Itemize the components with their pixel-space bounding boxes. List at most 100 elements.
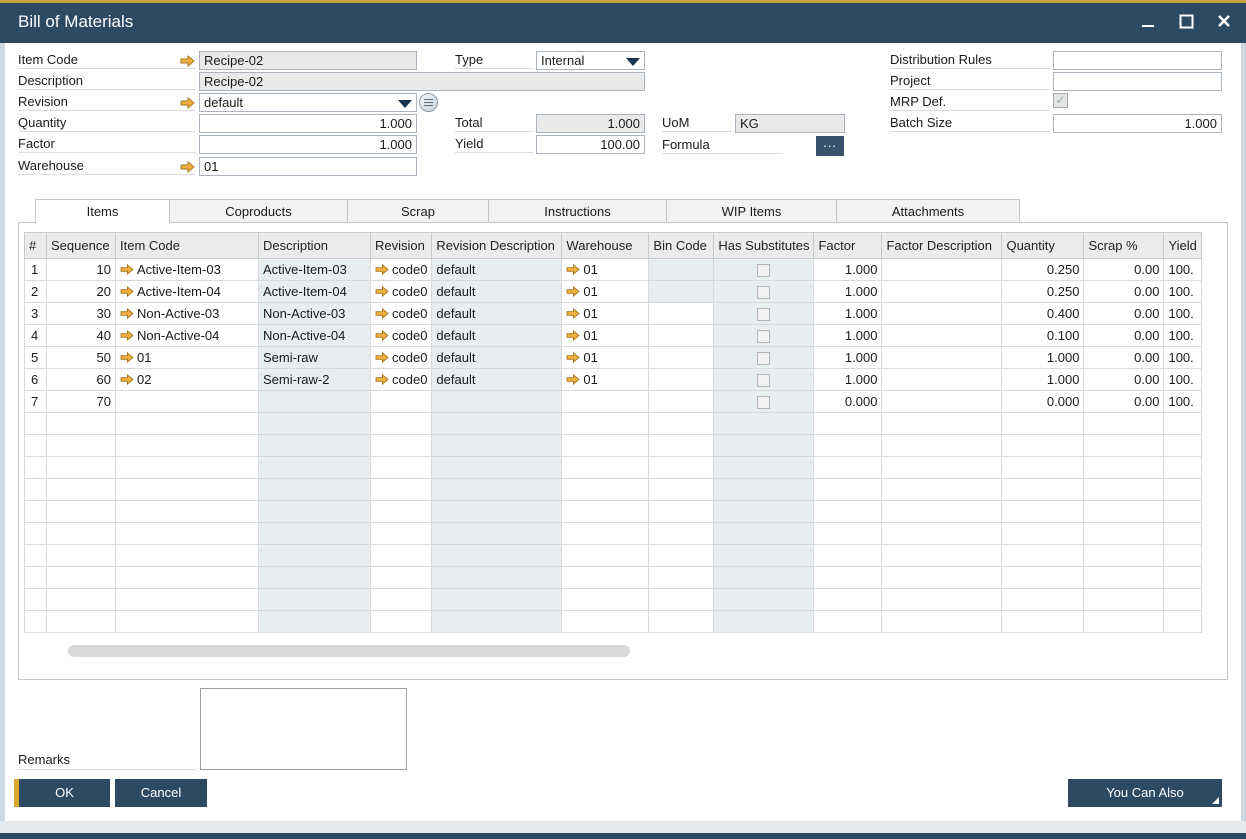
cell-revision-description[interactable] (432, 435, 562, 457)
cell-scrap-percent[interactable]: 0.00 (1084, 369, 1164, 391)
cell-bin-code[interactable] (649, 303, 714, 325)
cell-scrap-percent[interactable] (1084, 501, 1164, 523)
cell-warehouse[interactable] (562, 501, 649, 523)
cell-quantity[interactable] (1002, 501, 1084, 523)
cell-scrap-percent[interactable] (1084, 611, 1164, 633)
cell-factor-description[interactable] (882, 413, 1002, 435)
cell-description[interactable] (259, 589, 371, 611)
cell-scrap-percent[interactable] (1084, 545, 1164, 567)
cell-sequence[interactable]: 70 (47, 391, 116, 413)
cell-warehouse[interactable] (562, 391, 649, 413)
item-code-field[interactable]: Recipe-02 (199, 51, 417, 70)
cell-factor-description[interactable] (882, 435, 1002, 457)
cell-factor-description[interactable] (882, 259, 1002, 281)
cell-yield[interactable]: 100. (1164, 303, 1201, 325)
warehouse-field[interactable]: 01 (199, 157, 417, 176)
revision-dropdown[interactable]: default (199, 93, 417, 112)
cell-warehouse[interactable] (562, 545, 649, 567)
cell-factor-description[interactable] (882, 391, 1002, 413)
cell-revision[interactable] (371, 413, 432, 435)
cell-item-code[interactable]: Non-Active-03 (116, 303, 259, 325)
has-substitutes-checkbox[interactable] (757, 308, 770, 321)
formula-browse-button[interactable]: ... (816, 136, 844, 156)
cell-yield[interactable] (1164, 413, 1201, 435)
cell-revision[interactable]: code0 (371, 303, 432, 325)
cell-factor[interactable]: 0.000 (814, 391, 882, 413)
cell-bin-code[interactable] (649, 501, 714, 523)
project-field[interactable] (1053, 72, 1222, 91)
cell-scrap-percent[interactable] (1084, 479, 1164, 501)
cell-description[interactable]: Active-Item-03 (259, 259, 371, 281)
cell-row-number[interactable]: 6 (25, 369, 47, 391)
cell-row-number[interactable] (25, 589, 47, 611)
has-substitutes-checkbox[interactable] (757, 264, 770, 277)
cell-revision-description[interactable] (432, 479, 562, 501)
cell-factor[interactable] (814, 435, 882, 457)
cell-sequence[interactable]: 50 (47, 347, 116, 369)
cell-bin-code[interactable] (649, 523, 714, 545)
cell-revision[interactable]: code0 (371, 369, 432, 391)
cell-sequence[interactable] (47, 523, 116, 545)
revision-dropdown-arrow-icon[interactable] (398, 100, 412, 108)
cell-quantity[interactable] (1002, 589, 1084, 611)
distribution-rules-field[interactable] (1053, 51, 1222, 70)
cell-factor[interactable] (814, 611, 882, 633)
cell-revision[interactable] (371, 457, 432, 479)
cell-has-substitutes[interactable] (714, 259, 814, 281)
cell-description[interactable] (259, 479, 371, 501)
cell-has-substitutes[interactable] (714, 347, 814, 369)
link-arrow-icon[interactable] (566, 352, 580, 363)
cell-row-number[interactable] (25, 413, 47, 435)
column-header-factor[interactable]: Factor (814, 233, 882, 259)
cell-bin-code[interactable] (649, 479, 714, 501)
cell-warehouse[interactable] (562, 523, 649, 545)
column-header-bin-code[interactable]: Bin Code (649, 233, 714, 259)
cell-quantity[interactable]: 1.000 (1002, 347, 1084, 369)
column-header-yield[interactable]: Yield (1164, 233, 1201, 259)
cell-scrap-percent[interactable] (1084, 457, 1164, 479)
cell-revision-description[interactable]: default (432, 347, 562, 369)
cell-sequence[interactable] (47, 589, 116, 611)
has-substitutes-checkbox[interactable] (757, 396, 770, 409)
cell-revision[interactable] (371, 523, 432, 545)
link-arrow-icon[interactable] (375, 286, 389, 297)
cell-row-number[interactable]: 1 (25, 259, 47, 281)
cell-warehouse[interactable] (562, 413, 649, 435)
link-arrow-icon[interactable] (566, 264, 580, 275)
link-arrow-icon[interactable] (566, 286, 580, 297)
cell-revision-description[interactable] (432, 501, 562, 523)
cell-revision[interactable] (371, 567, 432, 589)
cell-factor-description[interactable] (882, 479, 1002, 501)
cell-row-number[interactable]: 5 (25, 347, 47, 369)
cell-sequence[interactable] (47, 501, 116, 523)
link-arrow-icon[interactable] (120, 374, 134, 385)
cell-revision[interactable] (371, 501, 432, 523)
cell-factor[interactable]: 1.000 (814, 303, 882, 325)
cell-factor-description[interactable] (882, 589, 1002, 611)
cell-factor-description[interactable] (882, 567, 1002, 589)
cell-has-substitutes[interactable] (714, 501, 814, 523)
link-arrow-icon[interactable] (120, 330, 134, 341)
cell-bin-code[interactable] (649, 589, 714, 611)
cell-description[interactable] (259, 567, 371, 589)
tab-attachments[interactable]: Attachments (837, 199, 1020, 223)
cell-revision[interactable]: code0 (371, 281, 432, 303)
cell-has-substitutes[interactable] (714, 545, 814, 567)
remarks-textarea[interactable] (200, 688, 407, 770)
cell-description[interactable]: Non-Active-03 (259, 303, 371, 325)
cell-revision[interactable] (371, 611, 432, 633)
type-dropdown[interactable]: Internal (536, 51, 645, 70)
cell-yield[interactable]: 100. (1164, 281, 1201, 303)
cell-row-number[interactable] (25, 501, 47, 523)
cell-yield[interactable] (1164, 457, 1201, 479)
link-arrow-icon[interactable] (566, 374, 580, 385)
cell-item-code[interactable]: 02 (116, 369, 259, 391)
cell-has-substitutes[interactable] (714, 589, 814, 611)
cell-row-number[interactable] (25, 545, 47, 567)
cell-factor-description[interactable] (882, 347, 1002, 369)
cell-bin-code[interactable] (649, 435, 714, 457)
has-substitutes-checkbox[interactable] (757, 374, 770, 387)
cell-item-code[interactable] (116, 567, 259, 589)
cell-description[interactable]: Semi-raw-2 (259, 369, 371, 391)
column-header-row-number[interactable]: # (25, 233, 47, 259)
